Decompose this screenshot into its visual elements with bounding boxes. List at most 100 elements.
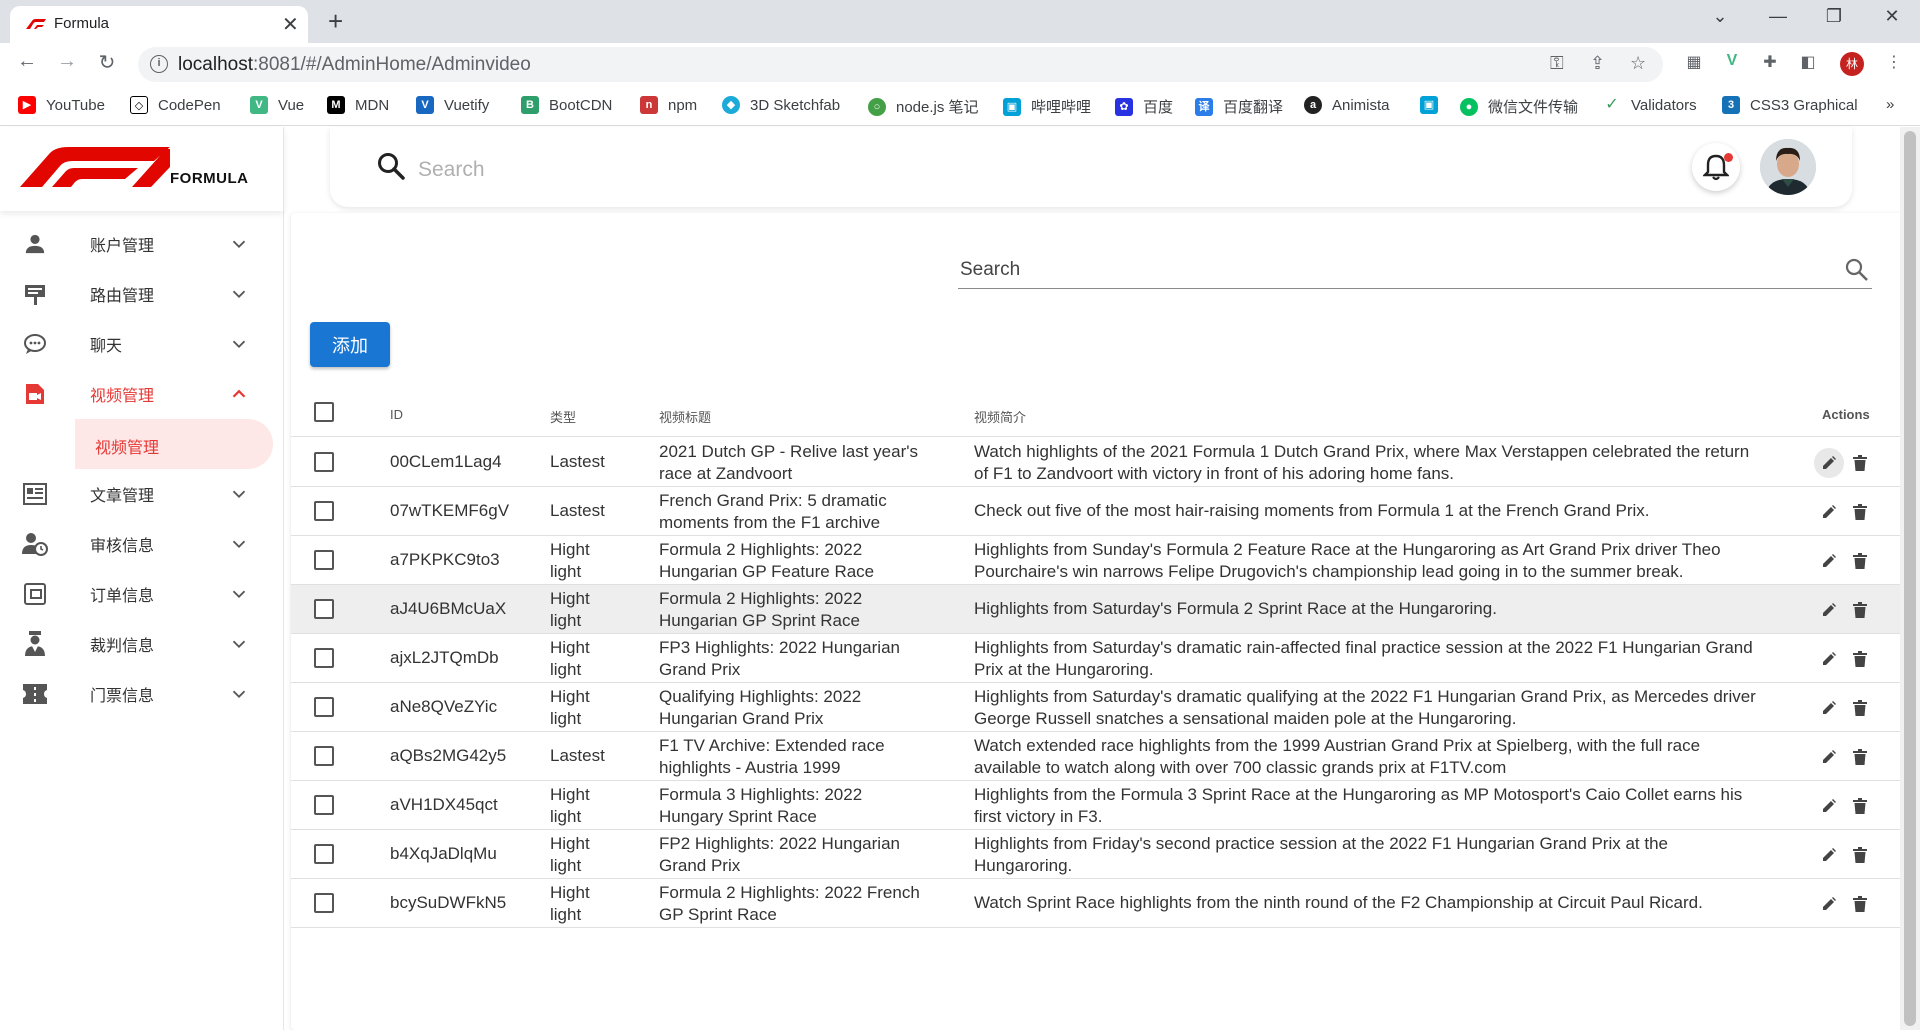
table-row[interactable]: aVH1DX45qct Hight light Formula 3 Highlight…: [291, 781, 1906, 830]
bookmark-bootcdn[interactable]: B BootCDN: [521, 96, 612, 114]
table-row[interactable]: aNe8QVeZYic Hight light Qualifying Highligh…: [291, 683, 1906, 732]
bookmark-youtube[interactable]: ▶ YouTube: [18, 96, 105, 114]
nav-item-referees[interactable]: 裁判信息: [0, 619, 284, 669]
bookmarks-overflow[interactable]: »: [1886, 96, 1894, 113]
edit-pencil-icon[interactable]: [1814, 448, 1844, 478]
bookmark-sketchfab[interactable]: ◆ 3D Sketchfab: [722, 96, 840, 114]
edit-pencil-icon[interactable]: [1818, 795, 1840, 817]
bookmark-wechat[interactable]: ● 微信文件传输: [1460, 96, 1578, 117]
table-row[interactable]: 00CLem1Lag4 Lastest 2021 Dutch GP - Relive…: [291, 438, 1906, 487]
edit-pencil-icon[interactable]: [1818, 746, 1840, 768]
delete-trash-icon[interactable]: [1849, 746, 1871, 768]
table-row[interactable]: ajxL2JTQmDb Hight light FP3 Highlights: 202…: [291, 634, 1906, 683]
delete-trash-icon[interactable]: [1849, 599, 1871, 621]
row-checkbox[interactable]: [314, 795, 334, 815]
site-info-icon[interactable]: i: [150, 55, 168, 73]
row-checkbox[interactable]: [314, 599, 334, 619]
header-id[interactable]: ID: [390, 407, 403, 422]
global-search-input[interactable]: Search: [418, 158, 485, 182]
delete-trash-icon[interactable]: [1849, 697, 1871, 719]
share-icon[interactable]: ⇪: [1590, 53, 1605, 74]
search-icon[interactable]: [1844, 257, 1870, 283]
user-avatar[interactable]: [1760, 139, 1816, 195]
bookmark-npm[interactable]: n npm: [640, 96, 697, 114]
bookmark-css3[interactable]: 3 CSS3 Graphical: [1722, 96, 1858, 114]
delete-trash-icon[interactable]: [1849, 844, 1871, 866]
edit-pencil-icon[interactable]: [1818, 697, 1840, 719]
nav-item-video[interactable]: 视频管理: [0, 369, 284, 419]
bookmark-baidu[interactable]: ✿ 百度: [1115, 96, 1173, 117]
bookmark-bilibili-2[interactable]: ▣: [1420, 96, 1448, 114]
nav-item-chat[interactable]: 聊天: [0, 319, 284, 369]
extension-grid-icon[interactable]: ▦: [1683, 52, 1705, 74]
bookmark-bilibili[interactable]: ▣ 哔哩哔哩: [1003, 96, 1091, 117]
address-bar[interactable]: i localhost:8081/#/AdminHome/Adminvideo …: [138, 47, 1663, 82]
edit-pencil-icon[interactable]: [1818, 893, 1840, 915]
select-all-checkbox[interactable]: [314, 402, 334, 422]
nav-item-articles[interactable]: 文章管理: [0, 469, 284, 519]
row-checkbox[interactable]: [314, 648, 334, 668]
table-row[interactable]: bcySuDWFkN5 Hight light Formula 2 Highlight…: [291, 879, 1906, 928]
bookmark-validators[interactable]: ✓ Validators: [1603, 96, 1697, 114]
delete-trash-icon[interactable]: [1849, 452, 1871, 474]
row-checkbox[interactable]: [314, 550, 334, 570]
nav-item-review[interactable]: 审核信息: [0, 519, 284, 569]
reload-icon[interactable]: ↻: [92, 50, 122, 75]
bookmark-vuetify[interactable]: V Vuetify: [416, 96, 489, 114]
header-title[interactable]: 视频标题: [659, 407, 711, 426]
table-row[interactable]: 07wTKEMF6gV Lastest French Grand Prix: 5 d…: [291, 487, 1906, 536]
bookmark-star-icon[interactable]: ☆: [1630, 53, 1646, 74]
header-type[interactable]: 类型: [550, 407, 576, 426]
menu-kebab-icon[interactable]: ⋮: [1883, 52, 1905, 74]
row-checkbox[interactable]: [314, 501, 334, 521]
delete-trash-icon[interactable]: [1849, 648, 1871, 670]
close-tab-icon[interactable]: ✕: [282, 12, 299, 37]
notification-bell[interactable]: [1692, 143, 1740, 191]
logo[interactable]: FORMULA: [0, 127, 284, 211]
key-icon[interactable]: ⚿: [1550, 53, 1564, 74]
row-checkbox[interactable]: [314, 697, 334, 717]
new-tab-button[interactable]: +: [328, 6, 343, 36]
bookmark-baidu-translate[interactable]: 译百度翻译: [1195, 96, 1283, 117]
add-button[interactable]: 添加: [310, 322, 390, 367]
bookmark-nodejs[interactable]: ○ node.js 笔记: [868, 96, 979, 117]
edit-pencil-icon[interactable]: [1818, 501, 1840, 523]
side-panel-icon[interactable]: ◧: [1797, 52, 1819, 74]
row-checkbox[interactable]: [314, 452, 334, 472]
delete-trash-icon[interactable]: [1849, 501, 1871, 523]
table-row[interactable]: b4XqJaDlqMu Hight light FP2 Highlights: 202…: [291, 830, 1906, 879]
bookmark-codepen[interactable]: ◇ CodePen: [130, 96, 221, 114]
edit-pencil-icon[interactable]: [1818, 599, 1840, 621]
minimize-button[interactable]: —: [1758, 6, 1798, 27]
profile-avatar[interactable]: 林: [1840, 52, 1864, 76]
search-icon[interactable]: [376, 151, 406, 181]
tab-search-icon[interactable]: ⌄: [1700, 6, 1740, 27]
edit-pencil-icon[interactable]: [1818, 844, 1840, 866]
back-icon[interactable]: ←: [12, 50, 42, 73]
subnav-item-video-management[interactable]: 视频管理: [75, 419, 273, 469]
extensions-puzzle-icon[interactable]: ✚: [1759, 52, 1781, 74]
table-row[interactable]: a7PKPKC9to3 Hight light Formula 2 Highlight…: [291, 536, 1906, 585]
delete-trash-icon[interactable]: [1849, 550, 1871, 572]
table-search-field[interactable]: Search: [958, 253, 1872, 289]
nav-item-routes[interactable]: 路由管理: [0, 269, 284, 319]
browser-tab[interactable]: Formula ✕: [10, 6, 308, 43]
maximize-button[interactable]: ❐: [1814, 6, 1854, 27]
bookmark-vue[interactable]: V Vue: [250, 96, 304, 114]
bookmark-mdn[interactable]: M MDN: [327, 96, 389, 114]
edit-pencil-icon[interactable]: [1818, 550, 1840, 572]
nav-item-tickets[interactable]: 门票信息: [0, 669, 284, 719]
row-checkbox[interactable]: [314, 893, 334, 913]
row-checkbox[interactable]: [314, 844, 334, 864]
nav-item-accounts[interactable]: 账户管理: [0, 219, 284, 269]
close-window-button[interactable]: ✕: [1872, 6, 1912, 27]
page-scrollbar[interactable]: [1900, 127, 1920, 1030]
table-row[interactable]: aQBs2MG42y5 Lastest F1 TV Archive: Extende…: [291, 732, 1906, 781]
scrollbar-thumb[interactable]: [1904, 131, 1916, 1026]
nav-item-orders[interactable]: 订单信息: [0, 569, 284, 619]
delete-trash-icon[interactable]: [1849, 893, 1871, 915]
header-description[interactable]: 视频简介: [974, 407, 1026, 426]
delete-trash-icon[interactable]: [1849, 795, 1871, 817]
edit-pencil-icon[interactable]: [1818, 648, 1840, 670]
bookmark-animista[interactable]: a Animista: [1304, 96, 1390, 114]
